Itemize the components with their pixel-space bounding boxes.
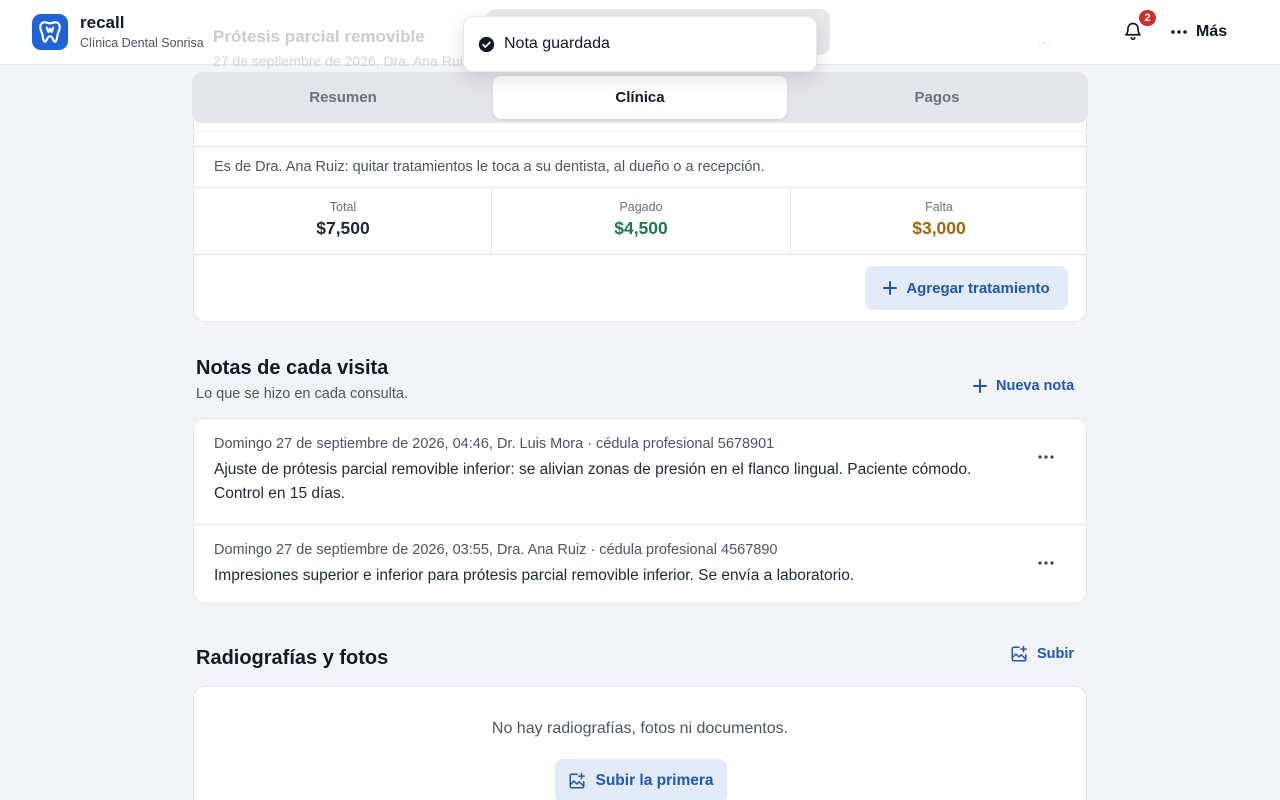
- note-text: Ajuste de prótesis parcial removible inf…: [214, 461, 972, 502]
- upload-first-label: Subir la primera: [595, 772, 714, 789]
- media-card: No hay radiografías, fotos ni documentos…: [193, 686, 1087, 800]
- note-text: Impresiones superior e inferior para pró…: [214, 567, 855, 584]
- tab-resumen[interactable]: Resumen: [196, 76, 490, 119]
- total-value: $7,500: [316, 218, 370, 238]
- note-options-button[interactable]: [1032, 551, 1060, 575]
- note-meta: Domingo 27 de septiembre de 2026, 04:46,…: [214, 436, 775, 452]
- treatment-owner-note: Es de Dra. Ana Ruiz: quitar tratamientos…: [214, 159, 765, 175]
- ellipsis-icon: [1171, 30, 1187, 34]
- new-note-button[interactable]: Nueva nota: [973, 378, 1074, 394]
- list-item: Domingo 27 de septiembre de 2026, 03:55,…: [194, 525, 1086, 605]
- image-upload-icon: [569, 772, 586, 789]
- scrolled-treatment-title: Prótesis parcial removible: [213, 27, 425, 46]
- note-meta: Domingo 27 de septiembre de 2026, 03:55,…: [214, 542, 778, 558]
- notification-count-badge: 2: [1137, 8, 1158, 28]
- more-label: Más: [1196, 23, 1228, 40]
- add-treatment-button[interactable]: Agregar tratamiento: [865, 266, 1068, 310]
- new-note-label: Nueva nota: [996, 378, 1075, 394]
- tooth-logo-icon[interactable]: [32, 14, 68, 50]
- upload-label: Subir: [1037, 646, 1075, 662]
- tab-label: Pagos: [914, 89, 960, 106]
- tab-label: Resumen: [309, 89, 377, 106]
- media-section-title: Radiografías y fotos: [196, 647, 389, 669]
- note-options-button[interactable]: [1032, 445, 1060, 469]
- plus-icon: [973, 379, 987, 393]
- upload-button[interactable]: Subir: [1010, 645, 1074, 663]
- paid-value: $4,500: [614, 218, 668, 238]
- more-menu-button[interactable]: Más: [1170, 20, 1227, 44]
- scrolled-more-icon: ···: [1036, 34, 1053, 50]
- treatment-card: Es de Dra. Ana Ruiz: quitar tratamientos…: [193, 112, 1087, 322]
- toast-message: Nota guardada: [504, 35, 610, 52]
- clinic-name: Clínica Dental Sonrisa: [80, 36, 204, 50]
- toast-notification: Nota guardada: [463, 16, 817, 72]
- notes-section-title: Notas de cada visita: [196, 357, 389, 379]
- tab-label: Clínica: [615, 89, 665, 106]
- scrolled-treatment-subtitle: 27 de septiembre de 2026, Dra. Ana Ruiz: [213, 53, 470, 69]
- add-treatment-label: Agregar tratamiento: [906, 279, 1050, 297]
- notes-section-subtitle: Lo que se hizo en cada consulta.: [196, 386, 409, 402]
- total-summary: Total $7,500: [194, 188, 492, 254]
- plus-icon: [883, 281, 898, 295]
- divider: [194, 146, 1086, 147]
- visit-notes-list: Domingo 27 de septiembre de 2026, 04:46,…: [193, 418, 1087, 604]
- pending-value: $3,000: [912, 218, 966, 238]
- image-upload-icon: [1011, 645, 1027, 662]
- tab-pagos[interactable]: Pagos: [790, 76, 1084, 119]
- divider: [194, 254, 1086, 255]
- brand-name: recall: [80, 13, 125, 32]
- pending-label: Falta: [925, 200, 953, 214]
- paid-summary: Pagado $4,500: [492, 188, 790, 254]
- upload-first-button[interactable]: Subir la primera: [555, 759, 727, 800]
- empty-state-message: No hay radiografías, fotos ni documentos…: [491, 720, 789, 737]
- paid-label: Pagado: [619, 200, 663, 214]
- list-item: Domingo 27 de septiembre de 2026, 04:46,…: [194, 419, 1086, 524]
- ellipsis-icon: [1038, 561, 1054, 565]
- pending-summary: Falta $3,000: [790, 188, 1088, 254]
- tab-clinica[interactable]: Clínica: [493, 76, 787, 119]
- check-circle-icon: [478, 36, 495, 52]
- total-label: Total: [329, 200, 357, 214]
- ellipsis-icon: [1038, 455, 1054, 459]
- divider: [194, 131, 1086, 132]
- patient-tabs: Resumen Clínica Pagos: [192, 72, 1088, 123]
